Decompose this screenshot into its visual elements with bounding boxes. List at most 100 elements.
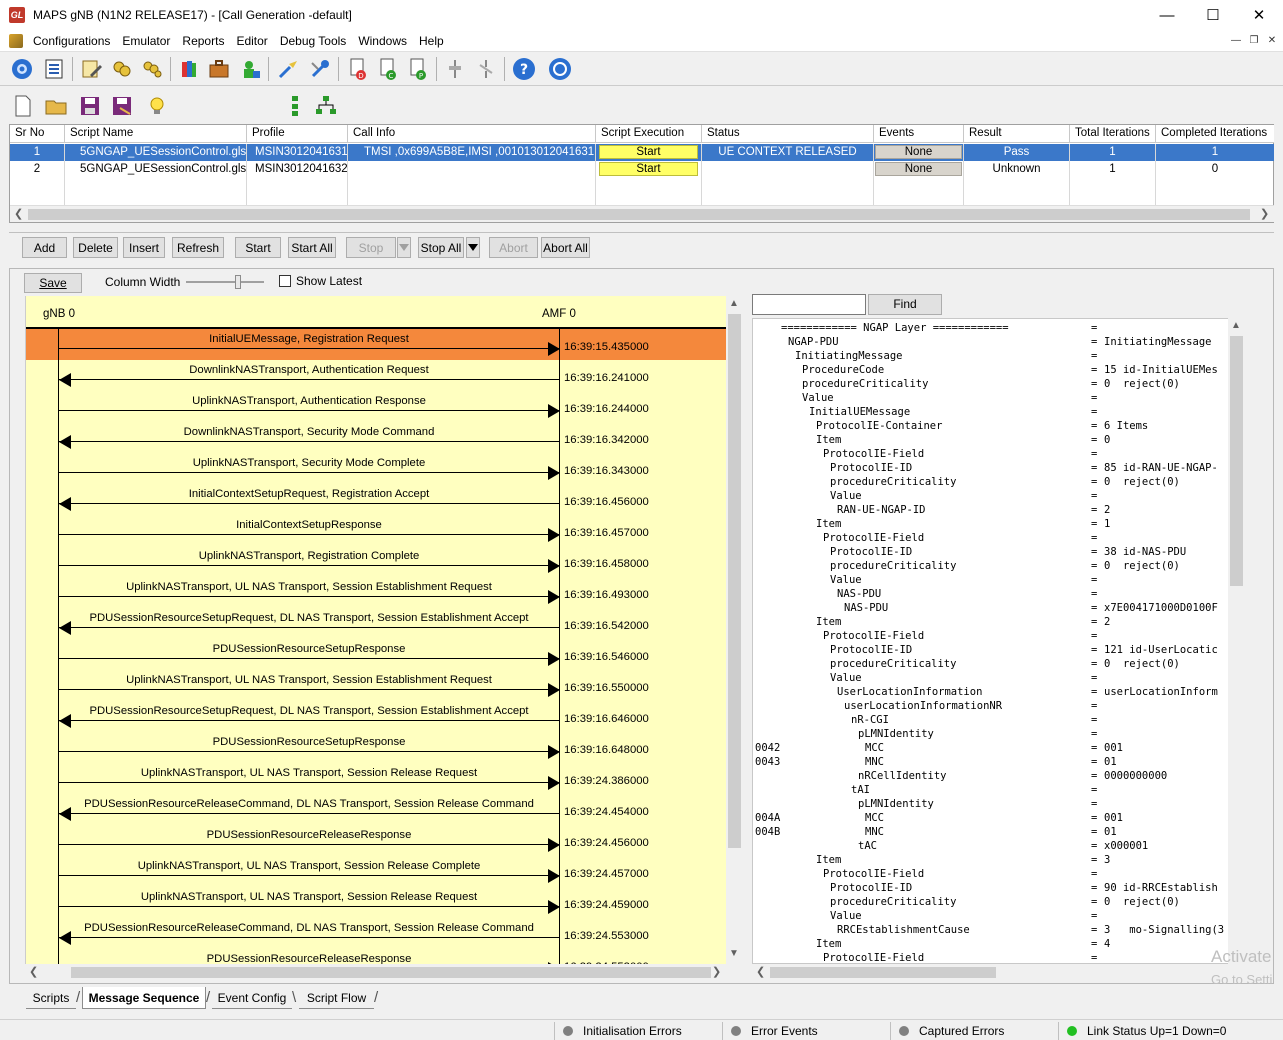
decode-row[interactable]: procedureCriticality = 0 reject(0) (753, 475, 1244, 489)
plug-icon[interactable] (442, 56, 468, 82)
sequence-message[interactable]: InitialUEMessage, Registration Request 16… (26, 329, 726, 360)
sequence-vertical-scrollbar[interactable]: ▲ ▼ (726, 296, 743, 964)
doc-p-icon[interactable]: P (405, 56, 431, 82)
decode-row[interactable]: InitiatingMessage = (753, 349, 1244, 363)
col-status[interactable]: Status (702, 125, 874, 143)
decode-row[interactable]: Item = 2 (753, 615, 1244, 629)
start-button[interactable]: Start (235, 237, 281, 258)
briefcase-icon[interactable] (206, 56, 232, 82)
decode-row[interactable]: ProtocolIE-ID = 121 id-UserLocatic (753, 643, 1244, 657)
column-width-slider[interactable] (186, 281, 264, 283)
splitter[interactable] (9, 232, 1274, 233)
stop-all-dropdown[interactable] (466, 237, 480, 258)
notepad-icon[interactable] (41, 56, 67, 82)
table-row[interactable]: 1 5GNGAP_UESessionControl.gls MSIN301204… (10, 144, 1274, 161)
menu-help[interactable]: Help (413, 30, 450, 52)
sequence-message[interactable]: UplinkNASTransport, UL NAS Transport, Se… (26, 763, 726, 794)
sequence-message[interactable]: PDUSessionResourceReleaseResponse16:39:2… (26, 949, 726, 964)
decode-row[interactable]: Value = (753, 573, 1244, 587)
unplug-icon[interactable] (473, 56, 499, 82)
grid-horizontal-scrollbar[interactable]: ❮ ❯ (10, 205, 1274, 222)
find-button[interactable]: Find (868, 294, 942, 315)
refresh-button[interactable]: Refresh (172, 237, 224, 258)
decode-row[interactable]: procedureCriticality = 0 reject(0) (753, 657, 1244, 671)
tab-script-flow[interactable]: Script Flow (299, 987, 374, 1009)
tab-event-config[interactable]: Event Config (212, 987, 292, 1009)
decode-row[interactable]: 0042 MCC = 001 (753, 741, 1244, 755)
decode-row[interactable]: ProtocolIE-ID = 85 id-RAN-UE-NGAP- (753, 461, 1244, 475)
decode-row[interactable]: ProcedureCode = 15 id-InitialUEMes (753, 363, 1244, 377)
sequence-horizontal-scrollbar[interactable]: ❮ ❯ (25, 964, 726, 981)
scroll-right-icon[interactable]: ❯ (1260, 207, 1269, 220)
save-as-icon[interactable] (109, 93, 135, 119)
abort-all-button[interactable]: Abort All (541, 237, 590, 258)
col-script-name[interactable]: Script Name (65, 125, 247, 143)
sequence-message[interactable]: UplinkNASTransport, UL NAS Transport, Se… (26, 670, 726, 701)
new-file-icon[interactable] (10, 93, 36, 119)
decode-row[interactable]: ProtocolIE-Field = (753, 951, 1244, 963)
decode-vertical-scrollbar[interactable]: ▲ (1228, 318, 1245, 964)
menu-editor[interactable]: Editor (230, 30, 273, 52)
scroll-left-icon[interactable]: ❮ (756, 965, 765, 978)
sequence-message[interactable]: UplinkNASTransport, Security Mode Comple… (26, 453, 726, 484)
decode-row[interactable]: userLocationInformationNR = (753, 699, 1244, 713)
delete-button[interactable]: Delete (73, 237, 118, 258)
col-script-execution[interactable]: Script Execution (596, 125, 702, 143)
sequence-message[interactable]: PDUSessionResourceReleaseCommand, DL NAS… (26, 918, 726, 949)
decode-row[interactable]: 004A MCC = 001 (753, 811, 1244, 825)
chain-icon[interactable] (109, 56, 135, 82)
decode-row[interactable]: nRCellIdentity = 0000000000 (753, 769, 1244, 783)
decode-row[interactable]: RAN-UE-NGAP-ID = 2 (753, 503, 1244, 517)
decode-row[interactable]: Value = (753, 489, 1244, 503)
profile-edit-icon[interactable] (79, 56, 105, 82)
menu-configurations[interactable]: Configurations (27, 30, 116, 52)
show-latest-checkbox[interactable] (279, 275, 291, 287)
col-result[interactable]: Result (964, 125, 1070, 143)
menu-windows[interactable]: Windows (352, 30, 413, 52)
save-icon[interactable] (77, 93, 103, 119)
sequence-message[interactable]: UplinkNASTransport, UL NAS Transport, Se… (26, 887, 726, 918)
scroll-down-icon[interactable]: ▼ (729, 948, 739, 959)
scroll-up-icon[interactable]: ▲ (1231, 320, 1241, 331)
sequence-message[interactable]: PDUSessionResourceSetupResponse 16:39:16.… (26, 732, 726, 763)
decode-row[interactable]: ProtocolIE-Field = (753, 629, 1244, 643)
decode-row[interactable]: NAS-PDU = (753, 587, 1244, 601)
decode-row[interactable]: procedureCriticality = 0 reject(0) (753, 377, 1244, 391)
save-button[interactable]: Save (24, 273, 82, 293)
doc-d-icon[interactable]: D (345, 56, 371, 82)
decode-row[interactable]: tAC = x000001 (753, 839, 1244, 853)
initialisation-errors-indicator[interactable]: Initialisation Errors (554, 1022, 714, 1040)
col-sr-no[interactable]: Sr No (10, 125, 65, 143)
start-script-button[interactable]: Start (599, 145, 698, 159)
sequence-message[interactable]: UplinkNASTransport, Authentication Respo… (26, 391, 726, 422)
error-events-indicator[interactable]: Error Events (722, 1022, 882, 1040)
decode-row[interactable]: nR-CGI = (753, 713, 1244, 727)
decode-row[interactable]: NGAP-PDU = InitiatingMessage (753, 335, 1244, 349)
vertical-layout-icon[interactable] (282, 93, 308, 119)
stop-button[interactable]: Stop (346, 237, 396, 258)
help-icon[interactable]: ? (511, 56, 537, 82)
mdi-close-icon[interactable]: ✕ (1265, 33, 1279, 47)
maximize-button[interactable]: ☐ (1190, 0, 1236, 30)
decode-row[interactable]: pLMNIdentity = (753, 727, 1244, 741)
col-events[interactable]: Events (874, 125, 964, 143)
decode-row[interactable]: ProtocolIE-Field = (753, 867, 1244, 881)
decode-row[interactable]: pLMNIdentity = (753, 797, 1244, 811)
sequence-message[interactable]: DownlinkNASTransport, Authentication Req… (26, 360, 726, 391)
decode-row[interactable]: Value = (753, 909, 1244, 923)
scroll-up-icon[interactable]: ▲ (729, 298, 739, 309)
scroll-left-icon[interactable]: ❮ (29, 965, 38, 978)
find-input[interactable] (752, 294, 866, 315)
decode-row[interactable]: NAS-PDU = x7E004171000D0100F (753, 601, 1244, 615)
stop-all-button[interactable]: Stop All (418, 237, 464, 258)
decode-row[interactable]: Value = (753, 391, 1244, 405)
mdi-restore-icon[interactable]: ❐ (1247, 33, 1261, 47)
captured-errors-indicator[interactable]: Captured Errors (890, 1022, 1050, 1040)
decode-row[interactable]: ProtocolIE-Container = 6 Items (753, 419, 1244, 433)
sequence-message[interactable]: PDUSessionResourceSetupRequest, DL NAS T… (26, 608, 726, 639)
scroll-right-icon[interactable]: ❯ (712, 965, 721, 978)
col-completed-iterations[interactable]: Completed Iterations (1156, 125, 1274, 143)
col-total-iterations[interactable]: Total Iterations (1070, 125, 1156, 143)
decode-row[interactable]: 0043 MNC = 01 (753, 755, 1244, 769)
menu-emulator[interactable]: Emulator (116, 30, 176, 52)
